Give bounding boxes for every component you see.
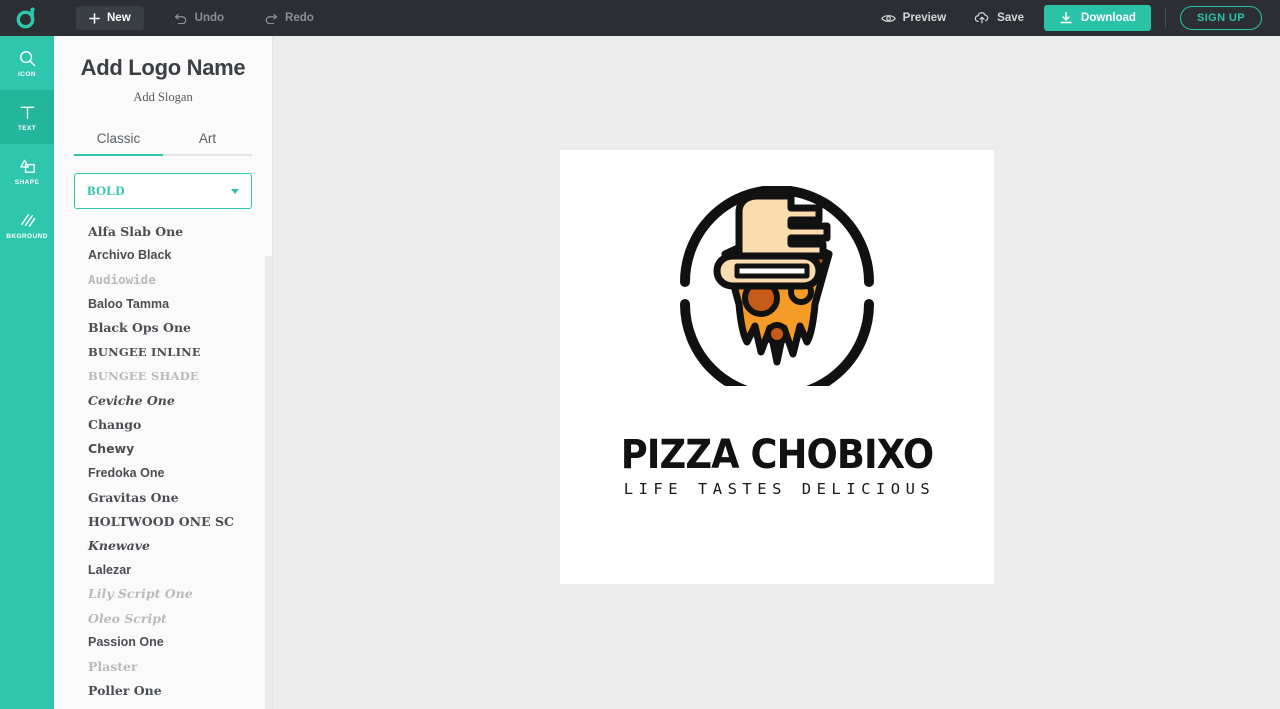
save-button[interactable]: Save — [960, 5, 1038, 31]
font-list-item-label: Audiowide — [88, 271, 156, 287]
hand-holding-pizza-slice-icon[interactable] — [667, 185, 887, 401]
font-list-item[interactable]: Lily Script One — [88, 582, 272, 606]
new-button-label: New — [107, 12, 131, 24]
font-list-item-label: Baloo Tamma — [88, 296, 170, 311]
toolbar-divider — [1164, 8, 1166, 28]
shape-icon — [19, 159, 35, 173]
logo-maker-app: New Undo Redo Preview Save Download SIGN… — [0, 0, 1280, 709]
left-sidebar: ICON TEXT SHAPE BKGROUND — [0, 36, 54, 709]
signup-button-label: SIGN UP — [1196, 12, 1245, 24]
font-list-item[interactable]: Baloo Tamma — [88, 292, 272, 316]
panel-tabs: Classic Art — [74, 131, 252, 156]
font-list-item[interactable]: Alfa Slab One — [88, 219, 272, 243]
logo-canvas[interactable]: PIZZA CHOBIXO LIFE TASTES DELICIOUS — [560, 150, 994, 584]
font-list-item[interactable]: HOLTWOOD ONE SC — [88, 509, 272, 533]
sidebar-item-text-label: TEXT — [17, 124, 37, 132]
font-list-item-label: Alfa Slab One — [88, 223, 184, 239]
font-category-select[interactable]: BOLD — [74, 173, 252, 209]
font-list-item-label: Lalezar — [88, 562, 132, 577]
font-list-item[interactable]: Audiowide — [88, 267, 272, 291]
font-list-item[interactable]: Chango — [88, 413, 272, 437]
redo-icon — [265, 13, 278, 24]
sidebar-item-text[interactable]: TEXT — [0, 90, 54, 144]
font-list-item[interactable]: Plaster — [88, 654, 272, 678]
font-list-item-label: Archivo Black — [88, 248, 172, 263]
hatch-pattern-icon — [20, 213, 35, 227]
font-list-scrollbar[interactable] — [265, 256, 272, 709]
sidebar-item-bkground[interactable]: BKGROUND — [0, 198, 54, 252]
save-button-label: Save — [997, 12, 1025, 24]
toolbar-right-group: Preview Save Download SIGN UP — [867, 0, 1280, 36]
font-list-item[interactable]: Passion One — [88, 630, 272, 654]
logo-name-text[interactable]: PIZZA CHOBIXO — [577, 432, 976, 478]
sidebar-item-icon[interactable]: ICON — [0, 36, 54, 90]
signup-button[interactable]: SIGN UP — [1179, 6, 1262, 30]
undo-button[interactable]: Undo — [164, 6, 234, 30]
sidebar-item-shape-label: SHAPE — [14, 178, 40, 186]
undo-icon — [174, 13, 186, 24]
download-button[interactable]: Download — [1044, 5, 1151, 31]
download-button-label: Download — [1081, 12, 1136, 24]
font-list-item[interactable]: Lalezar — [88, 558, 272, 582]
font-list-item-label: Oleo Script — [88, 610, 167, 626]
font-list-item[interactable]: BUNGEE INLINE — [88, 340, 272, 364]
preview-button-label: Preview — [902, 12, 947, 24]
font-list[interactable]: Alfa Slab One Archivo Black Audiowide Baloo… — [54, 219, 272, 709]
font-category-value: BOLD — [87, 183, 126, 198]
font-list-item-label: BUNGEE INLINE — [88, 345, 201, 360]
redo-button-label: Redo — [285, 12, 314, 24]
preview-button[interactable]: Preview — [867, 5, 960, 31]
sidebar-item-icon-label: ICON — [18, 70, 36, 78]
eye-icon — [880, 14, 896, 22]
font-list-item-label: Lily Script One — [88, 586, 193, 602]
sidebar-item-bkground-label: BKGROUND — [6, 232, 48, 240]
sidebar-item-shape[interactable]: SHAPE — [0, 144, 54, 198]
new-button[interactable]: New — [76, 6, 144, 30]
font-list-item-label: Chango — [88, 417, 142, 433]
font-list-item-label: Chewy — [88, 441, 135, 457]
font-list-item-label: BUNGEE SHADE — [88, 369, 199, 384]
logo-tagline-text[interactable]: LIFE TASTES DELICIOUS — [560, 480, 994, 498]
font-list-item[interactable]: Oleo Script — [88, 606, 272, 630]
font-list-item[interactable]: Chewy — [88, 437, 272, 461]
plus-icon — [89, 12, 100, 24]
font-list-item[interactable]: Gravitas One — [88, 485, 272, 509]
tab-art[interactable]: Art — [163, 131, 252, 154]
font-list-item-label: Ceviche One — [88, 392, 175, 408]
tab-classic-label: Classic — [96, 131, 141, 146]
panel-title: Add Logo Name — [80, 55, 246, 80]
font-list-item-label: Plaster — [88, 658, 138, 674]
panel-slogan: Add Slogan — [133, 90, 193, 104]
font-list-item-label: Fredoka One — [88, 465, 165, 480]
redo-button[interactable]: Redo — [254, 6, 324, 30]
font-list-item[interactable]: Poller One — [88, 679, 272, 703]
chevron-down-icon — [231, 188, 239, 194]
undo-button-label: Undo — [194, 12, 225, 24]
top-toolbar: New Undo Redo Preview Save Download SIGN… — [0, 0, 1280, 36]
font-list-item[interactable]: Knewave — [88, 533, 272, 557]
search-icon — [19, 50, 35, 66]
font-list-item[interactable]: Ceviche One — [88, 388, 272, 412]
tab-classic[interactable]: Classic — [74, 131, 163, 156]
cloud-upload-icon — [974, 12, 989, 24]
toolbar-left-group: New Undo Redo — [54, 6, 324, 30]
font-list-item[interactable]: Archivo Black — [88, 243, 272, 267]
font-list-item[interactable]: BUNGEE SHADE — [88, 364, 272, 388]
tab-art-label: Art — [198, 131, 217, 146]
font-list-item-label: Black Ops One — [88, 320, 191, 336]
text-t-icon — [20, 106, 34, 119]
download-icon — [1060, 11, 1072, 24]
text-options-panel: Add Logo Name Add Slogan Classic Art BOL… — [54, 36, 273, 709]
font-list-item[interactable]: Black Ops One — [88, 316, 272, 340]
brand-logo-icon[interactable] — [0, 0, 54, 36]
font-list-item-label: Passion One — [88, 635, 164, 650]
font-list-item-label: Poller One — [88, 683, 162, 699]
canvas-stage: PIZZA CHOBIXO LIFE TASTES DELICIOUS — [273, 36, 1280, 709]
font-list-item-label: HOLTWOOD ONE SC — [88, 513, 234, 529]
font-list-item-label: Knewave — [88, 538, 150, 554]
font-list-item-label: Gravitas One — [88, 489, 179, 505]
font-list-item[interactable]: Fredoka One — [88, 461, 272, 485]
